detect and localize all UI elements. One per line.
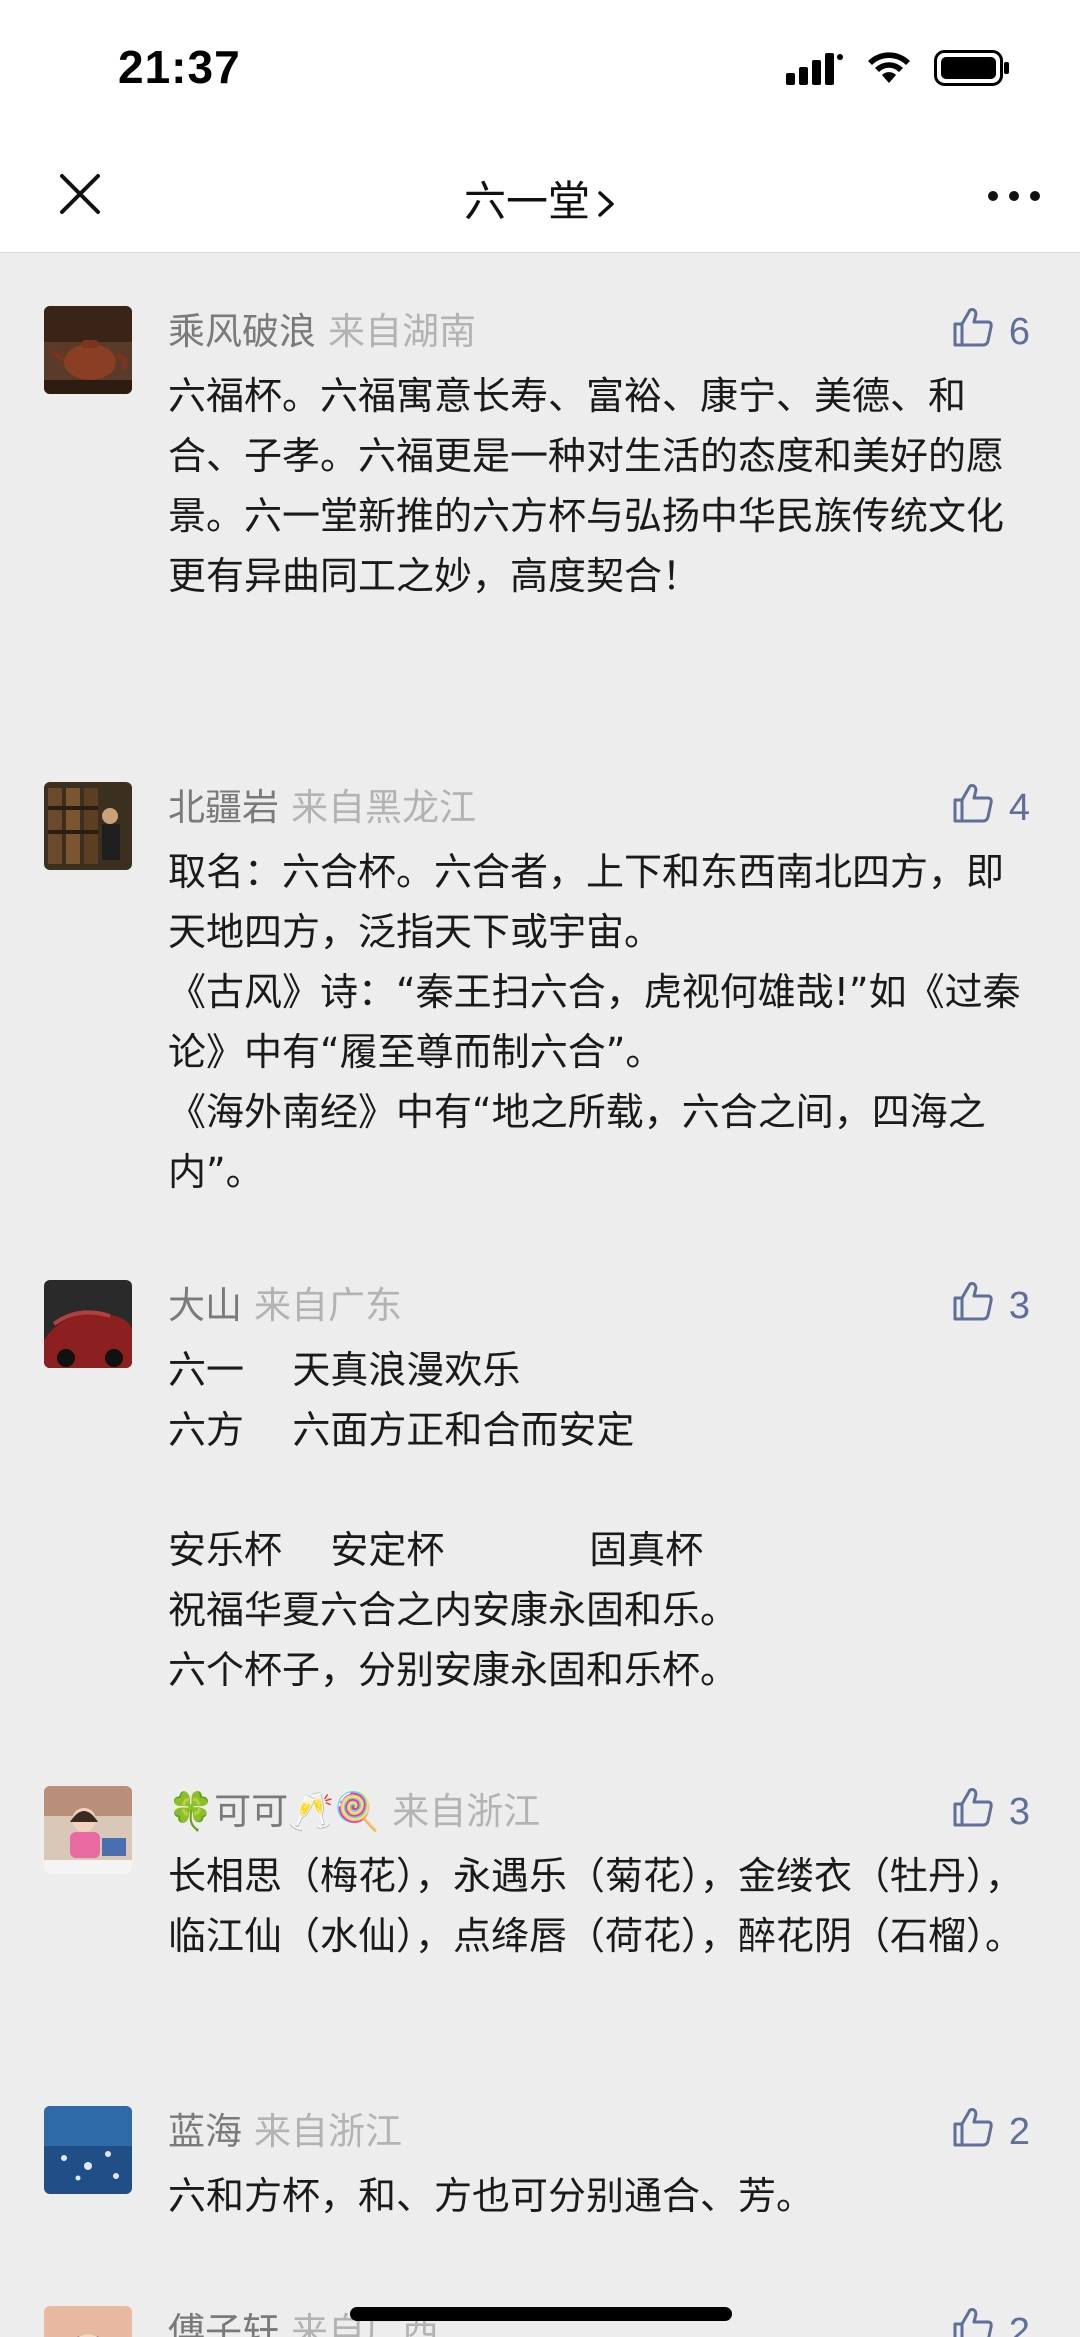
comment-content: 取名：六合杯。六合者，上下和东西南北四方，即天地四方，泛指天下或宇宙。 《古风》… [168, 850, 1021, 1194]
like-count: 2 [1008, 2110, 1030, 2153]
comment-meta: 蓝海 来自浙江 [168, 2052, 1030, 2160]
signal-icon [786, 51, 844, 89]
comment-location: 来自浙江 [392, 1790, 541, 1833]
page-title-link[interactable]: 六一堂 [0, 168, 1080, 229]
avatar[interactable] [44, 2106, 132, 2194]
battery-icon [934, 50, 1010, 90]
thumbs-up-icon [951, 305, 995, 359]
comment-nickname[interactable]: 大山 [168, 1284, 242, 1327]
comment-item: 🍀可可🥂🍭 来自浙江 3 长相思（梅花），永遇乐（菊花），金缕衣（牡丹），临江仙（… [0, 1732, 1080, 2052]
comment-nickname[interactable]: 北疆岩 [168, 786, 279, 829]
comment-meta: 大山 来自广东 [168, 1226, 1030, 1334]
comment-list: 乘风破浪 来自湖南 6 六福杯。六福寓意长寿、富裕、康宁、美德、和合、子孝。六福更… [0, 252, 1080, 2337]
comment-content: 长相思（梅花），永遇乐（菊花），金缕衣（牡丹），临江仙（水仙），点绛唇（荷花），… [168, 1854, 1024, 1958]
comment-item: 傅子轩 来自广西 2 [0, 2252, 1080, 2337]
more-icon [987, 187, 1041, 206]
like-count: 3 [1008, 1284, 1030, 1327]
comment-meta: 傅子轩 来自广西 [168, 2252, 1030, 2337]
comment-location: 来自湖南 [328, 310, 476, 353]
thumbs-up-icon [951, 2305, 995, 2337]
like-button[interactable]: 3 [951, 1278, 1030, 1334]
comment-nickname[interactable]: 乘风破浪 [168, 310, 316, 353]
like-button[interactable]: 2 [951, 2304, 1030, 2337]
thumbs-up-icon [951, 1279, 995, 1333]
like-button[interactable]: 2 [951, 2104, 1030, 2160]
comments-page: 21:37 六一堂 乘风破浪 来自湖南 6 六福杯。六福寓意长寿、富裕、康宁、美… [0, 0, 1080, 2337]
like-count: 2 [1008, 2310, 1030, 2337]
comment-item: 蓝海 来自浙江 2 六和方杯，和、方也可分别通合、芳。 [0, 2052, 1080, 2252]
comment-item: 北疆岩 来自黑龙江 4 取名：六合杯。六合者，上下和东西南北四方，即天地四方，泛指… [0, 728, 1080, 1226]
thumbs-up-icon [951, 2105, 995, 2159]
status-time: 21:37 [118, 41, 241, 93]
comment-content: 六和方杯，和、方也可分别通合、芳。 [168, 2174, 815, 2218]
chevron-right-icon [596, 180, 616, 229]
avatar[interactable] [44, 1786, 132, 1874]
comment-location: 来自浙江 [254, 2110, 402, 2153]
comment-meta: 北疆岩 来自黑龙江 [168, 728, 1030, 836]
comment-nickname[interactable]: 傅子轩 [168, 2310, 279, 2337]
like-count: 4 [1008, 786, 1030, 829]
comment-location: 来自广东 [254, 1284, 402, 1327]
thumbs-up-icon [951, 781, 995, 835]
avatar[interactable] [44, 782, 132, 870]
comment-item: 大山 来自广东 3 六一 天真浪漫欢乐 六方 六面方正和合而安定 安乐杯 安定杯 … [0, 1226, 1080, 1732]
comment-content: 六福杯。六福寓意长寿、富裕、康宁、美德、和合、子孝。六福更是一种对生活的态度和美… [168, 374, 1005, 598]
nav-bar: 六一堂 [0, 140, 1080, 253]
like-button[interactable]: 3 [951, 1784, 1030, 1840]
comment-meta: 乘风破浪 来自湖南 [168, 252, 1030, 360]
comment-nickname[interactable]: 🍀可可🥂🍭 [168, 1790, 380, 1833]
avatar[interactable] [44, 1280, 132, 1368]
like-count: 3 [1008, 1790, 1030, 1833]
more-button[interactable] [984, 176, 1044, 216]
comment-meta: 🍀可可🥂🍭 来自浙江 [168, 1732, 1030, 1840]
like-button[interactable]: 4 [951, 780, 1030, 836]
comment-item: 乘风破浪 来自湖南 6 六福杯。六福寓意长寿、富裕、康宁、美德、和合、子孝。六福更… [0, 252, 1080, 728]
comment-content: 六一 天真浪漫欢乐 六方 六面方正和合而安定 安乐杯 安定杯 固真杯 祝福华夏六… [168, 1348, 739, 1692]
avatar[interactable] [44, 306, 132, 394]
status-icons [786, 50, 1010, 90]
avatar[interactable] [44, 2306, 132, 2337]
status-bar: 21:37 [0, 0, 1080, 140]
thumbs-up-icon [951, 1785, 995, 1839]
page-title: 六一堂 [463, 177, 590, 226]
wifi-icon [866, 51, 912, 89]
comment-nickname[interactable]: 蓝海 [168, 2110, 242, 2153]
comment-location: 来自黑龙江 [291, 786, 476, 829]
like-count: 6 [1008, 310, 1030, 353]
like-button[interactable]: 6 [951, 304, 1030, 360]
home-indicator[interactable] [350, 2307, 732, 2321]
